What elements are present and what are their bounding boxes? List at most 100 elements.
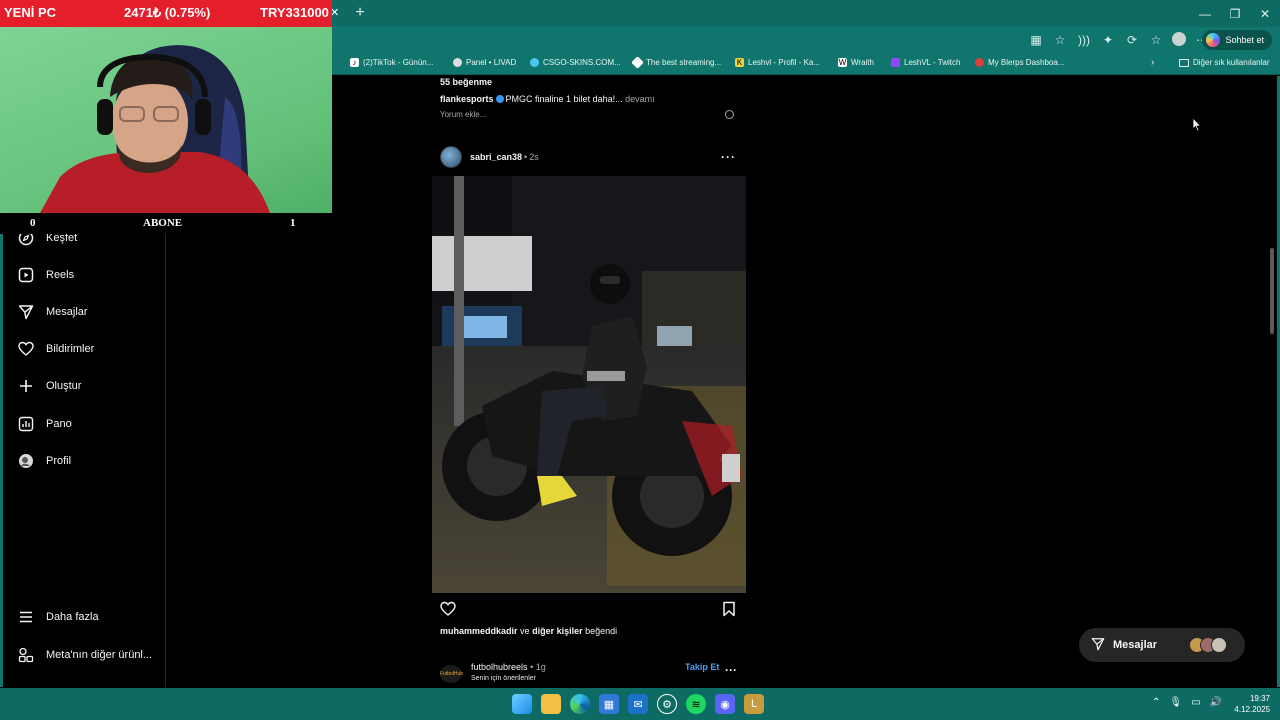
minimize-icon[interactable]: — — [1190, 0, 1220, 27]
emoji-icon[interactable] — [725, 110, 734, 119]
previous-post-likes[interactable]: 55 beğenme — [440, 77, 492, 87]
messages-pill-button[interactable]: Mesajlar — [1079, 628, 1245, 662]
sidebar-item-label: Daha fazla — [46, 611, 99, 623]
next-post-options-icon[interactable]: ··· — [725, 663, 737, 677]
caption-more-link[interactable]: devamı — [625, 94, 655, 104]
extension-icon[interactable]: ✦ — [1100, 32, 1116, 48]
microphone-icon[interactable]: 🎙 — [1169, 697, 1182, 708]
liked-by-others[interactable]: diğer kişiler — [532, 626, 583, 636]
post-time: 2s — [529, 152, 539, 162]
follow-button[interactable]: Takip Et — [685, 662, 719, 672]
scrollbar[interactable] — [1268, 76, 1276, 687]
copilot-label: Sohbet et — [1225, 35, 1264, 45]
clock-time: 19:37 — [1249, 694, 1270, 703]
suggested-label: Senin için önerilenler — [471, 675, 536, 682]
mouse-cursor-icon — [1192, 117, 1202, 132]
edge-browser-icon[interactable] — [570, 694, 590, 714]
steam-icon[interactable]: ⚙ — [657, 694, 677, 714]
post-image[interactable] — [432, 176, 746, 593]
favorites-icon[interactable]: ☆ — [1148, 32, 1164, 48]
subscriber-count-right: 1 — [290, 217, 296, 229]
windows-start-icon[interactable] — [512, 694, 532, 714]
tray-chevron-icon[interactable]: ⌃ — [1152, 697, 1160, 708]
post-header: sabri_can38 • 2s — [440, 146, 539, 168]
bookmark-livad[interactable]: Panel • LIVAD — [453, 58, 516, 67]
next-post-time: 1g — [535, 662, 546, 672]
livad-icon — [453, 58, 462, 67]
other-bookmarks-folder[interactable]: Diğer sık kullanılanlar — [1179, 58, 1269, 67]
read-aloud-icon[interactable]: ))) — [1076, 32, 1092, 48]
bookmark-blerps[interactable]: My Blerps Dashboa... — [975, 58, 1064, 67]
comment-input[interactable]: Yorum ekle... — [440, 110, 486, 119]
bookmark-csgo-skins[interactable]: CSGO-SKINS.COM... — [530, 58, 621, 67]
clock-date: 4.12.2025 — [1234, 705, 1270, 714]
bookmark-tiktok[interactable]: ♪ (2)TikTok - Günün... — [350, 58, 433, 67]
send-icon — [18, 304, 34, 320]
system-tray: ⌃ 🎙 ▭ 🔊 — [1152, 697, 1222, 708]
file-explorer-icon[interactable] — [541, 694, 561, 714]
message-avatars — [1189, 637, 1227, 653]
sidebar-item-dashboard[interactable]: Pano — [18, 416, 72, 432]
post-options-icon[interactable]: ··· — [721, 150, 736, 164]
bookmark-twitch[interactable]: LeshVL - Twitch — [891, 58, 960, 67]
bookmark-save-icon[interactable] — [722, 601, 736, 617]
blerps-icon — [975, 58, 984, 67]
post-username[interactable]: sabri_can38 — [470, 152, 522, 162]
csgo-skins-icon — [530, 58, 539, 67]
sidebar-item-messages[interactable]: Mesajlar — [18, 304, 88, 320]
twitch-icon — [891, 58, 900, 67]
sidebar-item-label: Pano — [46, 418, 72, 430]
taskbar-clock[interactable]: 19:37 4.12.2025 — [1230, 693, 1270, 715]
avatar[interactable]: FutbolHub — [440, 665, 463, 683]
refresh-extension-icon[interactable]: ⟳ — [1124, 32, 1140, 48]
bookmarks-overflow-chevron-icon[interactable]: › — [1151, 57, 1154, 68]
close-icon[interactable]: ✕ — [1250, 0, 1280, 27]
like-heart-icon[interactable] — [440, 601, 456, 617]
toolbar-icons: ▦ ☆ ))) ✦ ⟳ ☆ ⋯ — [1028, 32, 1210, 48]
sidebar-item-create[interactable]: Oluştur — [18, 378, 81, 394]
bookmark-label: CSGO-SKINS.COM... — [543, 58, 621, 67]
store-icon[interactable]: ▦ — [599, 694, 619, 714]
streaming-icon — [631, 56, 644, 69]
plus-icon — [18, 378, 34, 394]
discord-icon[interactable]: ◉ — [715, 694, 735, 714]
sidebar-item-label: Profil — [46, 455, 72, 467]
liked-by-user[interactable]: muhammeddkadir — [440, 626, 518, 636]
profile-avatar-icon[interactable] — [1172, 32, 1186, 46]
sidebar-item-profile[interactable]: Profil — [18, 453, 71, 469]
caption-username[interactable]: flankesports — [440, 94, 494, 104]
bookmark-label: Panel • LIVAD — [466, 58, 517, 67]
display-icon[interactable]: ▭ — [1191, 697, 1200, 708]
taskbar-apps: ▦ ✉ ⚙ ≋ ◉ L — [512, 694, 764, 714]
spotify-icon[interactable]: ≋ — [686, 694, 706, 714]
bookmark-streaming[interactable]: The best streaming... — [631, 56, 722, 69]
sidebar-item-meta[interactable]: Meta'nın diğer ürünl... — [18, 647, 152, 663]
heart-icon — [18, 341, 34, 357]
bookmark-label: The best streaming... — [646, 58, 722, 67]
sidebar-item-notifications[interactable]: Bildirimler — [18, 341, 94, 357]
sidebar-item-reels[interactable]: Reels — [18, 267, 74, 283]
outlook-icon[interactable]: ✉ — [628, 694, 648, 714]
bookmark-label: LeshVL - Twitch — [904, 58, 961, 67]
folder-icon — [1179, 58, 1189, 67]
scrollbar-thumb[interactable] — [1270, 248, 1274, 334]
ticker-price: 2471₺ (0.75%) — [124, 5, 211, 20]
reels-icon — [18, 267, 34, 283]
league-icon[interactable]: L — [744, 694, 764, 714]
avatar[interactable] — [440, 146, 462, 168]
favorite-star-icon[interactable]: ☆ — [1052, 32, 1068, 48]
bookmark-wraith[interactable]: W Wraith — [838, 58, 874, 67]
next-post-username[interactable]: futbolhubreels — [471, 662, 528, 672]
restore-icon[interactable]: ❐ — [1220, 0, 1250, 27]
apps-icon[interactable]: ▦ — [1028, 32, 1044, 48]
verified-badge-icon — [495, 95, 504, 103]
copilot-button[interactable]: Sohbet et — [1202, 30, 1272, 50]
new-tab-button[interactable]: + — [352, 4, 368, 22]
bookmark-kick[interactable]: K Leshvl - Profil - Ka... — [735, 58, 820, 67]
copilot-icon — [1206, 33, 1221, 47]
previous-post-caption: flankesports PMGC finaline 1 bilet daha!.… — [440, 94, 655, 104]
bookmark-label: My Blerps Dashboa... — [988, 58, 1065, 67]
volume-icon[interactable]: 🔊 — [1210, 697, 1222, 708]
sidebar-item-label: Oluştur — [46, 380, 82, 392]
sidebar-item-more[interactable]: Daha fazla — [18, 609, 99, 625]
